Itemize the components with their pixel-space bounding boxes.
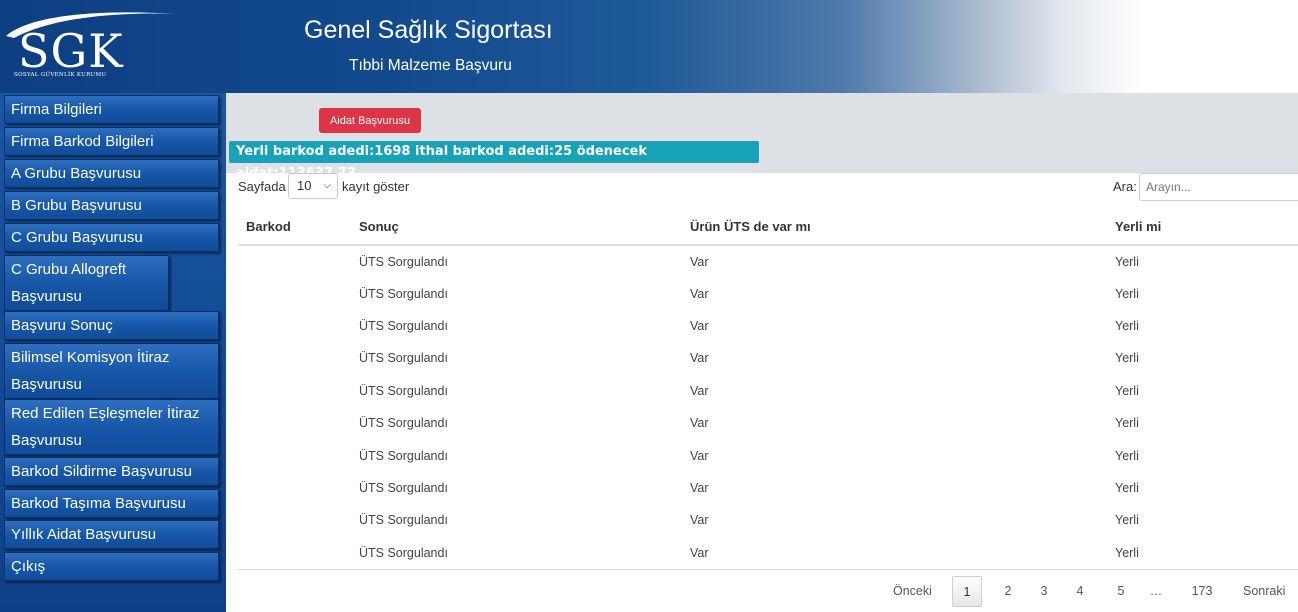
cell-sonuc: ÜTS Sorgulandı (359, 286, 448, 301)
table-row: ÜTS Sorgulandı Var Yerli (238, 277, 1298, 309)
cell-barkod (238, 277, 351, 309)
results-table: Barkod Sonuç Ürün ÜTS de var mı Yerli mi… (238, 208, 1298, 569)
pagination-previous[interactable]: Önceki (893, 576, 932, 607)
sidebar-item-c-grubu[interactable]: C Grubu Başvurusu (4, 223, 219, 252)
cell-barkod (238, 310, 351, 342)
table-row: ÜTS Sorgulandı Var Yerli (238, 245, 1298, 277)
cell-sonuc: ÜTS Sorgulandı (359, 254, 448, 269)
cell-yerli: Yerli (1115, 448, 1139, 463)
sidebar-item-bilimsel-komisyon[interactable]: Bilimsel Komisyon İtiraz Başvurusu (4, 343, 219, 399)
pagination-ellipsis: … (1149, 584, 1163, 598)
column-header-barkod[interactable]: Barkod (238, 208, 351, 246)
sidebar-item-cikis[interactable]: Çıkış (4, 552, 219, 581)
cell-yerli: Yerli (1115, 545, 1139, 560)
main-content: Aidat Başvurusu Yerli barkod adedi:1698 … (226, 93, 1298, 612)
page-length-value: 10 (297, 178, 312, 193)
cell-uts: Var (690, 448, 709, 463)
page-length-select[interactable]: 10 ⌵ (288, 173, 338, 199)
pagination-page-1[interactable]: 1 (952, 576, 982, 607)
cell-uts: Var (690, 351, 709, 366)
sidebar-item-basvuru-sonuc[interactable]: Başvuru Sonuç (4, 311, 219, 340)
sidebar-item-firma-barkod-bilgileri[interactable]: Firma Barkod Bilgileri (4, 127, 219, 156)
length-prefix-label: Sayfada (238, 179, 286, 194)
cell-sonuc: ÜTS Sorgulandı (359, 448, 448, 463)
cell-uts: Var (690, 254, 709, 269)
search-label: Ara: (1113, 179, 1137, 194)
pagination-page-2[interactable]: 2 (996, 576, 1020, 607)
sidebar-item-firma-bilgileri[interactable]: Firma Bilgileri (4, 95, 219, 124)
cell-uts: Var (690, 318, 709, 333)
page-title: Genel Sağlık Sigortası (304, 16, 553, 44)
cell-barkod (238, 472, 351, 504)
cell-yerli: Yerli (1115, 254, 1139, 269)
table-row: ÜTS Sorgulandı Var Yerli (238, 504, 1298, 536)
logo-subtitle: SOSYAL GÜVENLİK KURUMU (14, 72, 107, 78)
cell-sonuc: ÜTS Sorgulandı (359, 318, 448, 333)
column-header-uts[interactable]: Ürün ÜTS de var mı (682, 208, 1107, 246)
table-row: ÜTS Sorgulandı Var Yerli (238, 375, 1298, 407)
cell-yerli: Yerli (1115, 513, 1139, 528)
sidebar-item-c-grubu-allogreft[interactable]: C Grubu Allogreft Başvurusu (4, 255, 169, 311)
cell-barkod (238, 375, 351, 407)
pagination-page-173[interactable]: 173 (1184, 576, 1220, 607)
cell-uts: Var (690, 416, 709, 431)
length-suffix-label: kayıt göster (342, 179, 410, 194)
cell-barkod (238, 537, 351, 569)
table-row: ÜTS Sorgulandı Var Yerli (238, 310, 1298, 342)
cell-sonuc: ÜTS Sorgulandı (359, 480, 448, 495)
cell-yerli: Yerli (1115, 351, 1139, 366)
cell-yerli: Yerli (1115, 416, 1139, 431)
cell-yerli: Yerli (1115, 318, 1139, 333)
cell-sonuc: ÜTS Sorgulandı (359, 513, 448, 528)
cell-sonuc: ÜTS Sorgulandı (359, 545, 448, 560)
sidebar-item-barkod-tasima[interactable]: Barkod Taşıma Başvurusu (4, 489, 219, 518)
table-footer-divider (238, 569, 1298, 570)
table-row: ÜTS Sorgulandı Var Yerli (238, 537, 1298, 569)
cell-yerli: Yerli (1115, 383, 1139, 398)
cell-uts: Var (690, 286, 709, 301)
cell-yerli: Yerli (1115, 480, 1139, 495)
table-row: ÜTS Sorgulandı Var Yerli (238, 472, 1298, 504)
sidebar-item-barkod-sildirme[interactable]: Barkod Sildirme Başvurusu (4, 457, 219, 486)
page-header: SGK SOSYAL GÜVENLİK KURUMU Genel Sağlık … (0, 0, 1298, 93)
sidebar-item-yillik-aidat[interactable]: Yıllık Aidat Başvurusu (4, 520, 219, 549)
table-row: ÜTS Sorgulandı Var Yerli (238, 439, 1298, 471)
cell-barkod (238, 504, 351, 536)
sgk-logo[interactable]: SGK SOSYAL GÜVENLİK KURUMU (4, 8, 180, 88)
cell-sonuc: ÜTS Sorgulandı (359, 383, 448, 398)
cell-uts: Var (690, 513, 709, 528)
cell-barkod (238, 407, 351, 439)
sidebar-item-b-grubu[interactable]: B Grubu Başvurusu (4, 191, 219, 220)
results-table-container: Barkod Sonuç Ürün ÜTS de var mı Yerli mi… (238, 208, 1298, 569)
cell-barkod (238, 342, 351, 374)
sidebar-item-a-grubu[interactable]: A Grubu Başvurusu (4, 159, 219, 188)
pagination-page-5[interactable]: 5 (1109, 576, 1133, 607)
chevron-down-icon: ⌵ (323, 180, 331, 191)
search-input[interactable] (1139, 173, 1298, 201)
table-row: ÜTS Sorgulandı Var Yerli (238, 342, 1298, 374)
table-row: ÜTS Sorgulandı Var Yerli (238, 407, 1298, 439)
column-header-yerli[interactable]: Yerli mi (1107, 208, 1298, 246)
pagination-next[interactable]: Sonraki (1243, 576, 1285, 607)
cell-barkod (238, 439, 351, 471)
page-subtitle: Tıbbi Malzeme Başvuru (349, 57, 512, 74)
pagination-page-3[interactable]: 3 (1032, 576, 1056, 607)
column-header-sonuc[interactable]: Sonuç (351, 208, 682, 246)
pagination-page-4[interactable]: 4 (1068, 576, 1092, 607)
cell-sonuc: ÜTS Sorgulandı (359, 416, 448, 431)
cell-uts: Var (690, 545, 709, 560)
logo-text: SGK (18, 24, 124, 78)
cell-uts: Var (690, 480, 709, 495)
barkod-info-banner: Yerli barkod adedi:1698 ithal barkod ade… (229, 141, 759, 181)
table-header-row: Barkod Sonuç Ürün ÜTS de var mı Yerli mi (238, 208, 1298, 246)
cell-uts: Var (690, 383, 709, 398)
aidat-basvurusu-button[interactable]: Aidat Başvurusu (319, 108, 421, 133)
cell-sonuc: ÜTS Sorgulandı (359, 351, 448, 366)
cell-yerli: Yerli (1115, 286, 1139, 301)
cell-barkod (238, 245, 351, 277)
sidebar-item-red-edilen[interactable]: Red Edilen Eşleşmeler İtiraz Başvurusu (4, 399, 219, 455)
sidebar: Firma Bilgileri Firma Barkod Bilgileri A… (0, 93, 226, 612)
